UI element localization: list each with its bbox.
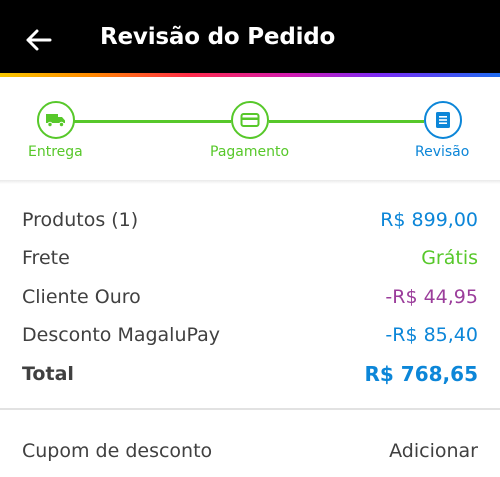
- summary-row-desconto-magalupay: Desconto MagaluPay -R$ 85,40: [22, 321, 478, 349]
- credit-card-icon: [240, 113, 260, 127]
- step-label-revisao[interactable]: Revisão: [415, 144, 469, 160]
- summary-value: Grátis: [421, 247, 478, 269]
- summary-label: Produtos (1): [22, 209, 139, 231]
- summary-value: -R$ 44,95: [385, 286, 478, 308]
- summary-label: Desconto MagaluPay: [22, 324, 220, 346]
- coupon-row[interactable]: Cupom de desconto Adicionar: [22, 436, 478, 466]
- total-value: R$ 768,65: [364, 362, 478, 386]
- back-button[interactable]: [20, 20, 60, 60]
- coupon-label: Cupom de desconto: [22, 440, 213, 462]
- summary-value: R$ 899,00: [380, 209, 478, 231]
- step-label-entrega[interactable]: Entrega: [28, 144, 83, 160]
- summary-row-frete: Frete Grátis: [22, 244, 478, 272]
- truck-icon: [46, 114, 65, 128]
- checkout-stepper: Entrega Pagamento Revisão: [0, 77, 500, 183]
- step-pagamento[interactable]: [231, 101, 269, 139]
- divider: [0, 408, 500, 410]
- step-revisao[interactable]: [424, 101, 462, 139]
- summary-value: -R$ 85,40: [385, 324, 478, 346]
- summary-row-produtos: Produtos (1) R$ 899,00: [22, 206, 478, 234]
- summary-row-total: Total R$ 768,65: [22, 360, 478, 388]
- summary-row-cliente-ouro: Cliente Ouro -R$ 44,95: [22, 283, 478, 311]
- step-connector: [269, 120, 424, 123]
- summary-label: Cliente Ouro: [22, 286, 141, 308]
- arrow-left-icon: [26, 29, 52, 51]
- step-label-pagamento[interactable]: Pagamento: [210, 144, 289, 160]
- app-header: Revisão do Pedido: [0, 0, 500, 73]
- page-title: Revisão do Pedido: [100, 24, 336, 50]
- total-label: Total: [22, 363, 74, 385]
- document-list-icon: [436, 112, 450, 128]
- add-coupon-button[interactable]: Adicionar: [389, 440, 478, 462]
- section-shadow: [0, 180, 500, 184]
- step-entrega[interactable]: [37, 101, 75, 139]
- summary-label: Frete: [22, 247, 70, 269]
- step-connector: [74, 120, 231, 123]
